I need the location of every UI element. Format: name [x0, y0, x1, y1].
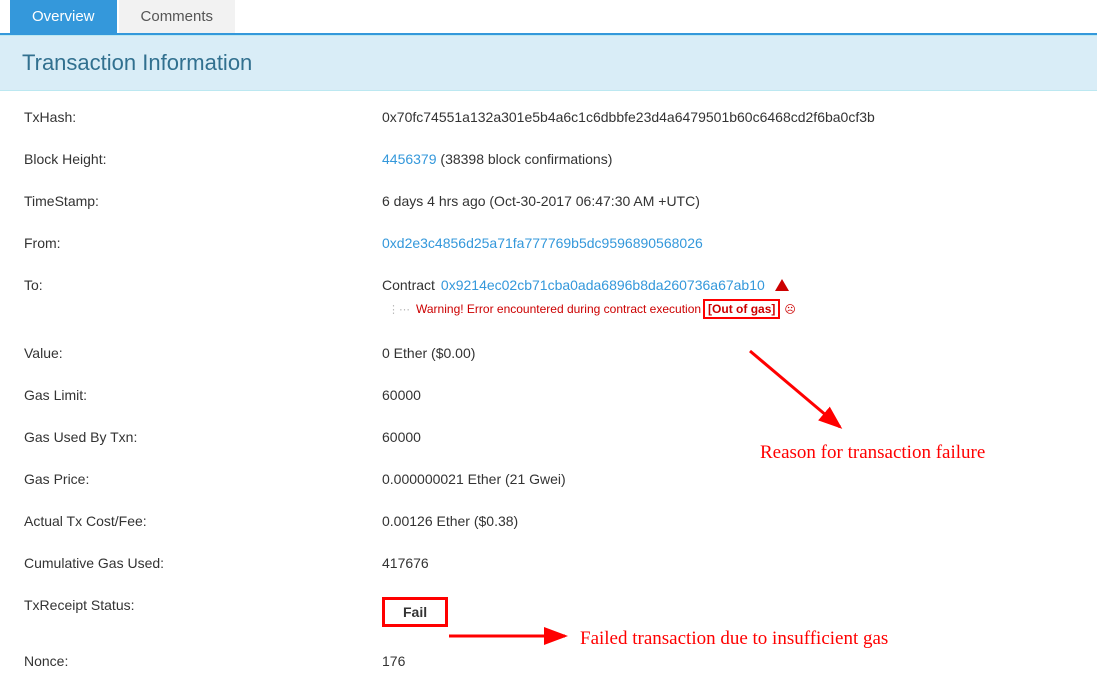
annotation-reason: Reason for transaction failure	[760, 442, 985, 464]
label-block-height: Block Height:	[24, 151, 382, 167]
value-gas-price: 0.000000021 Ether (21 Gwei)	[382, 471, 1087, 487]
execution-warning: ⋮⋯ Warning! Error encountered during con…	[388, 299, 1087, 319]
warning-triangle-icon	[775, 279, 789, 291]
out-of-gas-badge: [Out of gas]	[703, 299, 780, 319]
label-nonce: Nonce:	[24, 653, 382, 669]
block-height-suffix: (38398 block confirmations)	[437, 151, 613, 167]
label-gas-limit: Gas Limit:	[24, 387, 382, 403]
row-actual-cost: Actual Tx Cost/Fee: 0.00126 Ether ($0.38…	[24, 513, 1087, 529]
panel-title: Transaction Information	[0, 35, 1097, 91]
label-value: Value:	[24, 345, 382, 361]
value-block-height: 4456379 (38398 block confirmations)	[382, 151, 1087, 167]
label-receipt-status: TxReceipt Status:	[24, 597, 382, 613]
row-txhash: TxHash: 0x70fc74551a132a301e5b4a6c1c6dbb…	[24, 109, 1087, 125]
row-gas-limit: Gas Limit: 60000	[24, 387, 1087, 403]
tabs-bar: Overview Comments	[0, 0, 1097, 35]
row-cumulative: Cumulative Gas Used: 417676	[24, 555, 1087, 571]
label-to: To:	[24, 277, 382, 293]
row-receipt-status: TxReceipt Status: Fail	[24, 597, 1087, 627]
label-from: From:	[24, 235, 382, 251]
label-gas-used: Gas Used By Txn:	[24, 429, 382, 445]
label-txhash: TxHash:	[24, 109, 382, 125]
row-block-height: Block Height: 4456379 (38398 block confi…	[24, 151, 1087, 167]
value-actual-cost: 0.00126 Ether ($0.38)	[382, 513, 1087, 529]
value-timestamp: 6 days 4 hrs ago (Oct-30-2017 06:47:30 A…	[382, 193, 1087, 209]
value-value: 0 Ether ($0.00)	[382, 345, 1087, 361]
row-to: To: Contract 0x9214ec02cb71cba0ada6896b8…	[24, 277, 1087, 319]
row-from: From: 0xd2e3c4856d25a71fa777769b5dc95968…	[24, 235, 1087, 251]
value-txhash: 0x70fc74551a132a301e5b4a6c1c6dbbfe23d4a6…	[382, 109, 1087, 125]
tab-overview[interactable]: Overview	[10, 0, 117, 33]
sad-face-icon: ☹	[784, 303, 795, 316]
status-fail-badge: Fail	[382, 597, 448, 627]
label-actual-cost: Actual Tx Cost/Fee:	[24, 513, 382, 529]
label-gas-price: Gas Price:	[24, 471, 382, 487]
to-prefix: Contract	[382, 277, 435, 293]
row-gas-price: Gas Price: 0.000000021 Ether (21 Gwei)	[24, 471, 1087, 487]
row-value: Value: 0 Ether ($0.00)	[24, 345, 1087, 361]
annotation-failed: Failed transaction due to insufficient g…	[580, 628, 888, 650]
value-nonce: 176	[382, 653, 1087, 669]
label-timestamp: TimeStamp:	[24, 193, 382, 209]
tab-comments[interactable]: Comments	[119, 0, 236, 33]
row-timestamp: TimeStamp: 6 days 4 hrs ago (Oct-30-2017…	[24, 193, 1087, 209]
row-nonce: Nonce: 176	[24, 653, 1087, 669]
tree-branch-icon: ⋮⋯	[388, 303, 410, 316]
block-height-link[interactable]: 4456379	[382, 151, 437, 167]
tx-rows: TxHash: 0x70fc74551a132a301e5b4a6c1c6dbb…	[0, 91, 1097, 669]
value-gas-limit: 60000	[382, 387, 1087, 403]
from-address-link[interactable]: 0xd2e3c4856d25a71fa777769b5dc95968905680…	[382, 235, 703, 251]
label-cumulative: Cumulative Gas Used:	[24, 555, 382, 571]
to-address-link[interactable]: 0x9214ec02cb71cba0ada6896b8da260736a67ab…	[441, 277, 765, 293]
warning-text: Warning! Error encountered during contra…	[416, 302, 701, 316]
value-cumulative: 417676	[382, 555, 1087, 571]
